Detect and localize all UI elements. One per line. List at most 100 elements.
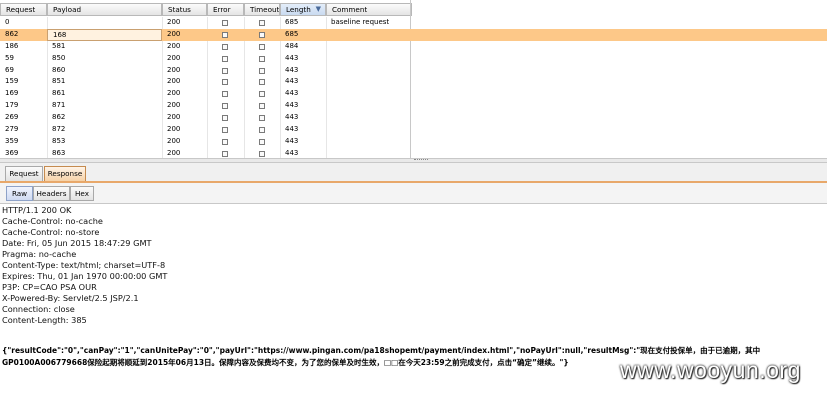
comment-cell: baseline request: [331, 18, 390, 26]
request-cell: 862: [5, 29, 19, 38]
timeout-checkbox[interactable]: [259, 150, 265, 157]
table-row[interactable]: 159 851 200 443: [0, 76, 827, 88]
error-checkbox[interactable]: [222, 150, 228, 157]
view-tab-bar: Raw Headers Hex: [0, 183, 827, 204]
watermark: www.wooyun.org: [620, 357, 801, 383]
column-header-status[interactable]: Status: [162, 3, 207, 16]
column-header-comment[interactable]: Comment: [326, 3, 412, 16]
table-row[interactable]: 179 871 200 443: [0, 100, 827, 112]
column-header-payload[interactable]: Payload: [47, 3, 162, 16]
error-checkbox[interactable]: [222, 138, 228, 145]
length-cell: 443: [285, 89, 299, 98]
status-cell: 200: [167, 89, 181, 98]
error-checkbox[interactable]: [222, 55, 228, 62]
timeout-checkbox[interactable]: [259, 55, 265, 62]
length-cell: 443: [285, 136, 299, 145]
timeout-checkbox[interactable]: [259, 91, 265, 98]
timeout-checkbox[interactable]: [259, 115, 265, 122]
tab-hex[interactable]: Hex: [70, 186, 94, 201]
length-cell: 443: [285, 77, 299, 86]
tab-headers[interactable]: Headers: [33, 186, 70, 201]
response-header-line: Connection: close: [2, 304, 75, 314]
table-row[interactable]: 69 860 200 443: [0, 65, 827, 77]
error-checkbox[interactable]: [222, 67, 228, 74]
request-cell: 359: [5, 136, 19, 145]
error-checkbox[interactable]: [222, 20, 228, 26]
error-checkbox[interactable]: [222, 103, 228, 110]
payload-cell: 862: [52, 113, 66, 122]
payload-cell: 581: [52, 41, 66, 50]
comment-cell: [326, 100, 412, 112]
column-header-timeout[interactable]: Timeout: [244, 3, 280, 16]
table-row[interactable]: 279 872 200 443: [0, 124, 827, 136]
request-cell: 0: [5, 18, 10, 26]
error-checkbox[interactable]: [222, 91, 228, 98]
tab-response[interactable]: Response: [44, 166, 86, 181]
sort-descending-icon: ▼: [315, 5, 321, 13]
payload-cell: 861: [52, 89, 66, 98]
length-cell: 685: [285, 18, 299, 26]
request-cell: 169: [5, 89, 19, 98]
request-cell: 279: [5, 125, 19, 134]
error-checkbox[interactable]: [222, 79, 228, 86]
table-row[interactable]: 59 850 200 443: [0, 53, 827, 65]
response-header-line: X-Powered-By: Servlet/2.5 JSP/2.1: [2, 293, 139, 303]
request-cell: 269: [5, 113, 19, 122]
tab-raw[interactable]: Raw: [6, 186, 33, 201]
comment-cell: [326, 76, 412, 88]
error-checkbox[interactable]: [222, 43, 228, 50]
length-cell: 443: [285, 125, 299, 134]
error-checkbox[interactable]: [222, 115, 228, 122]
length-cell: 443: [285, 101, 299, 110]
column-header-length[interactable]: Length ▼: [280, 3, 326, 16]
request-cell: 186: [5, 41, 19, 50]
comment-cell: [326, 41, 412, 53]
tab-request[interactable]: Request: [5, 166, 43, 181]
timeout-checkbox[interactable]: [259, 31, 265, 38]
timeout-checkbox[interactable]: [259, 20, 265, 26]
error-checkbox[interactable]: [222, 31, 228, 38]
table-body: 0 200 685 baseline request 862 168 200 6…: [0, 17, 827, 160]
table-row[interactable]: 0 200 685 baseline request: [0, 17, 827, 29]
status-cell: 200: [167, 18, 181, 26]
comment-cell: [326, 124, 412, 136]
error-checkbox[interactable]: [222, 127, 228, 134]
payload-cell: 850: [52, 53, 66, 62]
timeout-checkbox[interactable]: [259, 127, 265, 134]
response-header-line: Cache-Control: no-store: [2, 227, 100, 237]
payload-cell: 871: [52, 101, 66, 110]
column-header-error[interactable]: Error: [207, 3, 244, 16]
length-cell: 443: [285, 53, 299, 62]
table-row[interactable]: 169 861 200 443: [0, 88, 827, 100]
table-header: Request Payload Status Error Timeout Len…: [0, 3, 827, 16]
payload-cell: [47, 17, 162, 29]
response-header-line: Cache-Control: no-cache: [2, 216, 103, 226]
status-cell: 200: [167, 41, 181, 50]
timeout-checkbox[interactable]: [259, 79, 265, 86]
status-cell: 200: [167, 65, 181, 74]
table-row[interactable]: 862 168 200 685: [0, 28, 827, 41]
table-row[interactable]: 186 581 200 484: [0, 41, 827, 53]
comment-cell: [326, 136, 412, 148]
response-header-line: Content-Type: text/html; charset=UTF-8: [2, 260, 166, 270]
status-cell: 200: [167, 113, 181, 122]
table-row[interactable]: 269 862 200 443: [0, 112, 827, 124]
response-body-line-1: {"resultCode":"0","canPay":"1","canUnite…: [2, 346, 761, 355]
table-row[interactable]: 359 853 200 443: [0, 136, 827, 148]
timeout-checkbox[interactable]: [259, 103, 265, 110]
length-cell: 443: [285, 65, 299, 74]
length-cell: 685: [285, 29, 299, 38]
payload-cell: 872: [52, 125, 66, 134]
comment-cell: [326, 112, 412, 124]
comment-cell: [326, 65, 412, 77]
length-cell: 443: [285, 113, 299, 122]
status-cell: 200: [167, 53, 181, 62]
column-header-request[interactable]: Request: [0, 3, 47, 16]
message-tab-bar: Request Response: [0, 163, 827, 183]
timeout-checkbox[interactable]: [259, 138, 265, 145]
timeout-checkbox[interactable]: [259, 67, 265, 74]
status-cell: 200: [167, 77, 181, 86]
response-header-line: Expires: Thu, 01 Jan 1970 00:00:00 GMT: [2, 271, 168, 281]
timeout-checkbox[interactable]: [259, 43, 265, 50]
response-header-line: Date: Fri, 05 Jun 2015 18:47:29 GMT: [2, 238, 152, 248]
